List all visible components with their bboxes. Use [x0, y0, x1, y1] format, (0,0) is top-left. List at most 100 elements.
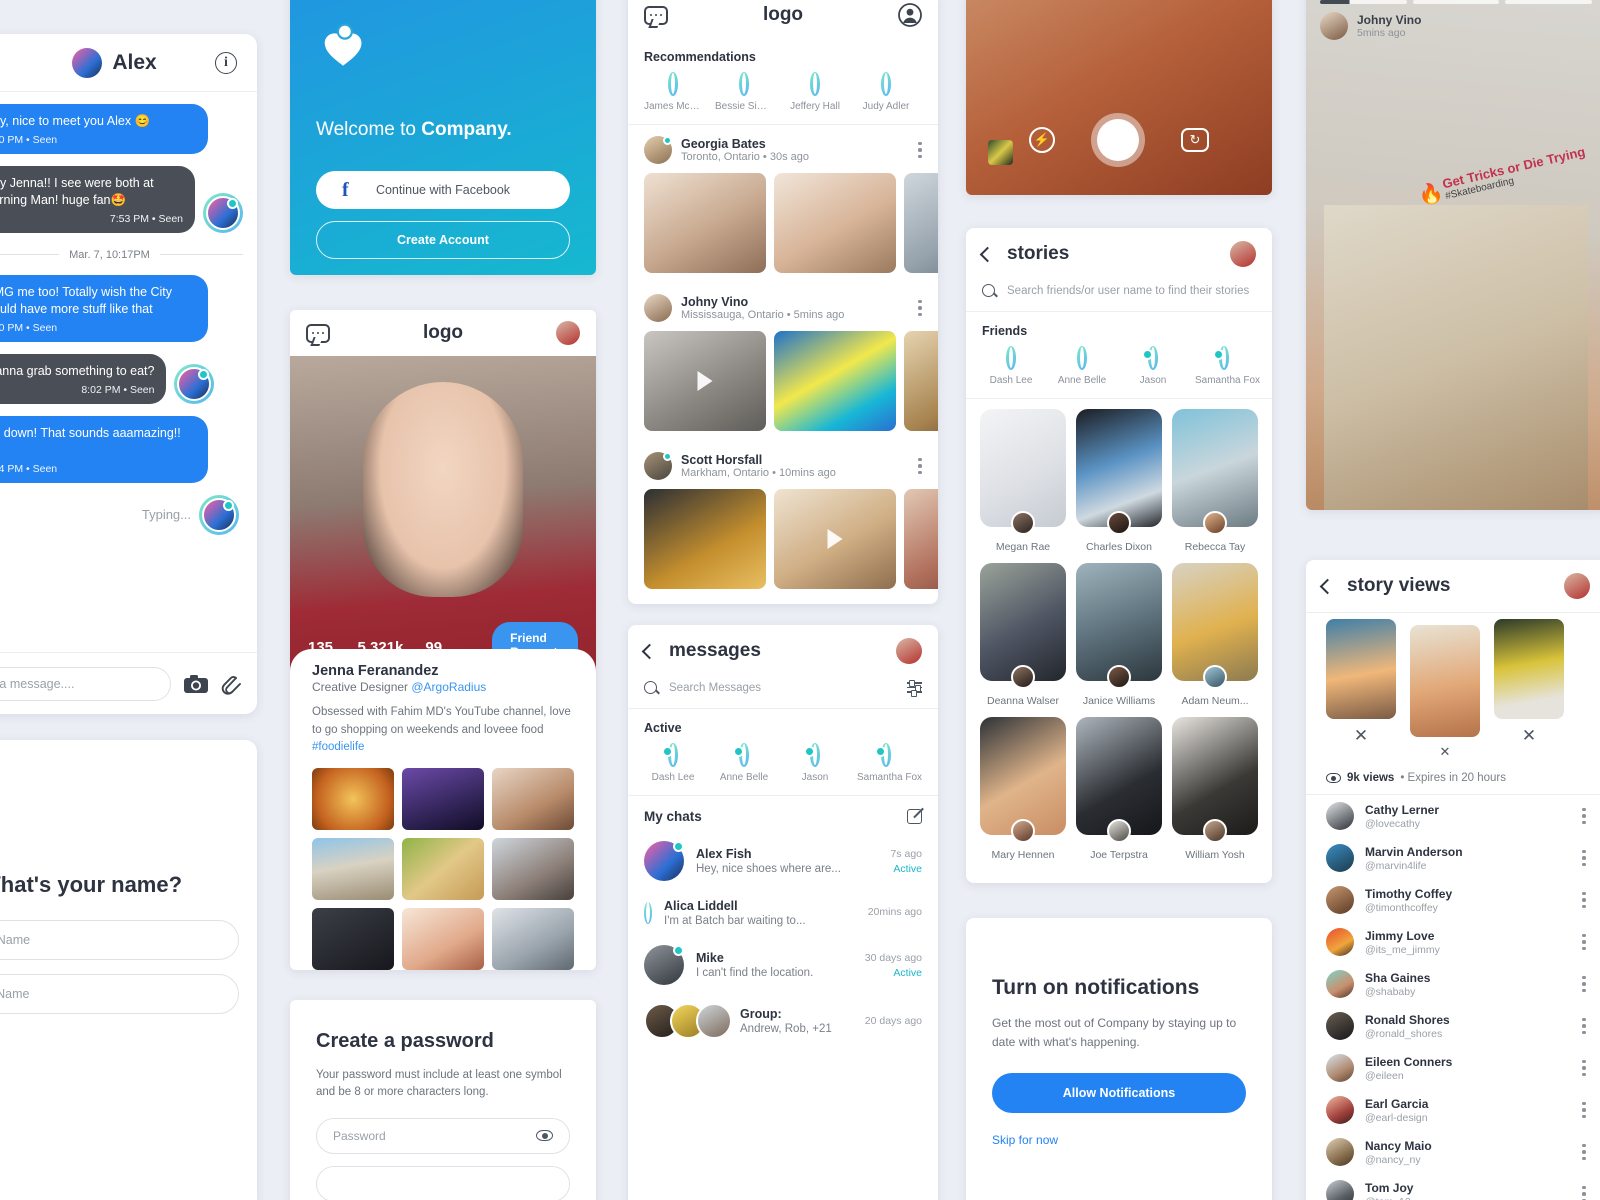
photo-tile[interactable]	[312, 768, 394, 830]
chat-message-list[interactable]: Hey, nice to meet you Alex 😊 7:50 PM • S…	[0, 92, 257, 652]
story-author-avatar[interactable]	[1320, 11, 1348, 40]
sender-avatar[interactable]	[206, 195, 240, 230]
story-thumbnail[interactable]	[980, 717, 1066, 843]
photo-tile[interactable]	[492, 768, 574, 830]
story-tile[interactable]: Mary Hennen	[980, 717, 1066, 861]
viewer-options-icon[interactable]	[1582, 891, 1586, 909]
messages-icon[interactable]	[306, 323, 330, 343]
viewer-list-item[interactable]: Nancy Maio @nancy_ny	[1306, 1131, 1600, 1173]
viewer-options-icon[interactable]	[1582, 975, 1586, 993]
post-image[interactable]	[774, 331, 896, 431]
recommendation-item[interactable]: Bessie Sima...	[715, 72, 773, 112]
story-tile[interactable]: Megan Rae	[980, 409, 1066, 553]
post-image[interactable]	[644, 489, 766, 589]
chat-partner-avatar[interactable]	[72, 47, 103, 78]
story-thumb-cell[interactable]: ✕	[1494, 619, 1564, 746]
viewer-options-icon[interactable]	[1582, 807, 1586, 825]
sender-avatar[interactable]	[202, 497, 236, 532]
story-thumbnail[interactable]	[1494, 619, 1564, 719]
viewer-list-item[interactable]: Eileen Conners @eileen	[1306, 1047, 1600, 1089]
story-thumbnail[interactable]	[980, 563, 1066, 689]
shutter-button[interactable]	[1091, 113, 1145, 167]
active-friends-list[interactable]: Dash Lee Anne Belle Jason Samantha Fox	[628, 743, 938, 795]
flash-icon[interactable]: ⚡	[1029, 127, 1055, 153]
photo-tile[interactable]	[402, 838, 484, 900]
photo-tile[interactable]	[312, 908, 394, 970]
active-friend[interactable]: Dash Lee	[644, 743, 702, 783]
story-tile[interactable]: Deanna Walser	[980, 563, 1066, 707]
chat-list-item[interactable]: Alex Fish Hey, nice shoes where are... 7…	[628, 832, 938, 890]
info-icon[interactable]: i	[215, 51, 237, 74]
recommendations-list[interactable]: James McL... Bessie Sima... Jeffery Hall…	[628, 72, 938, 124]
back-icon[interactable]	[1319, 578, 1336, 594]
friend-story[interactable]: Anne Belle	[1053, 346, 1111, 386]
post-image[interactable]	[644, 173, 766, 273]
story-thumbnail[interactable]	[1076, 717, 1162, 843]
friend-story[interactable]: Samantha Fox	[1195, 346, 1260, 386]
post-media-row[interactable]	[628, 489, 938, 599]
active-friend[interactable]: Anne Belle	[715, 743, 773, 783]
viewer-options-icon[interactable]	[1582, 1017, 1586, 1035]
story-thumbnail[interactable]	[1410, 625, 1480, 737]
stories-grid[interactable]: Megan Rae Charles Dixon Rebecca Tay Dean…	[966, 399, 1272, 861]
recommendation-item[interactable]: Judy Adler	[857, 72, 915, 112]
account-avatar[interactable]	[556, 321, 580, 345]
viewer-list-item[interactable]: Marvin Anderson @marvin4life	[1306, 837, 1600, 879]
post-author-avatar[interactable]	[644, 294, 672, 322]
active-friend[interactable]: Samantha Fox	[857, 743, 922, 783]
account-avatar[interactable]	[896, 638, 922, 664]
viewer-options-icon[interactable]	[1582, 1059, 1586, 1077]
friend-story[interactable]: Dash Lee	[982, 346, 1040, 386]
flip-camera-icon[interactable]	[1181, 128, 1209, 152]
friend-story[interactable]: Jason	[1124, 346, 1182, 386]
allow-notifications-button[interactable]: Allow Notifications	[992, 1073, 1246, 1114]
profile-bio-hashtag[interactable]: #foodielife	[312, 741, 364, 753]
viewer-list-item[interactable]: Earl Garcia @earl-design	[1306, 1089, 1600, 1131]
story-thumbnail[interactable]	[980, 409, 1066, 535]
account-avatar[interactable]	[1564, 573, 1590, 599]
account-avatar[interactable]	[1230, 241, 1256, 267]
account-icon[interactable]	[898, 3, 922, 27]
play-icon[interactable]	[827, 529, 843, 549]
post-image[interactable]	[904, 173, 938, 273]
active-friend[interactable]: Jason	[786, 743, 844, 783]
story-tile[interactable]: Charles Dixon	[1076, 409, 1162, 553]
viewer-list-item[interactable]: Cathy Lerner @lovecathy	[1306, 795, 1600, 837]
story-thumb-cell[interactable]: ✕	[1326, 619, 1396, 746]
viewer-list-item[interactable]: Tom Joy @tom_12	[1306, 1173, 1600, 1200]
viewer-options-icon[interactable]	[1582, 933, 1586, 951]
post-image[interactable]	[904, 331, 938, 431]
story-tile[interactable]: Adam Neum...	[1172, 563, 1258, 707]
recommendation-item[interactable]: Jeffery Hall	[786, 72, 844, 112]
story-thumbnail[interactable]	[1076, 409, 1162, 535]
viewer-list-item[interactable]: Sha Gaines @shababy	[1306, 963, 1600, 1005]
sender-avatar[interactable]	[177, 366, 212, 401]
search-input[interactable]: Search friends/or user name to find thei…	[1007, 285, 1249, 297]
story-thumbnail[interactable]	[1172, 717, 1258, 843]
photo-tile[interactable]	[402, 908, 484, 970]
first-name-field[interactable]: First Name	[0, 920, 239, 960]
profile-handle[interactable]: @ArgoRadius	[411, 680, 486, 694]
close-icon[interactable]: ✕	[1326, 726, 1396, 746]
post-options-icon[interactable]	[918, 299, 922, 317]
post-options-icon[interactable]	[918, 457, 922, 475]
post-video[interactable]	[774, 489, 896, 589]
story-thumbnail[interactable]	[1076, 563, 1162, 689]
post-author-avatar[interactable]	[644, 136, 672, 164]
search-row[interactable]: Search Messages	[628, 677, 938, 709]
play-icon[interactable]	[697, 371, 713, 391]
last-name-field[interactable]: Last Name	[0, 974, 239, 1014]
post-image[interactable]	[904, 489, 938, 589]
attachment-icon[interactable]	[221, 673, 241, 695]
search-row[interactable]: Search friends/or user name to find thei…	[966, 280, 1272, 312]
photo-tile[interactable]	[492, 838, 574, 900]
message-input[interactable]: Write a message....	[0, 666, 171, 701]
create-account-button[interactable]: Create Account	[316, 221, 570, 259]
story-tile[interactable]: Janice Williams	[1076, 563, 1162, 707]
viewer-list-item[interactable]: Ronald Shores @ronald_shores	[1306, 1005, 1600, 1047]
story-tile[interactable]: William Yosh	[1172, 717, 1258, 861]
post-image[interactable]	[774, 173, 896, 273]
camera-icon[interactable]	[183, 674, 209, 694]
story-tile[interactable]: Rebecca Tay	[1172, 409, 1258, 553]
back-icon[interactable]	[979, 246, 996, 262]
